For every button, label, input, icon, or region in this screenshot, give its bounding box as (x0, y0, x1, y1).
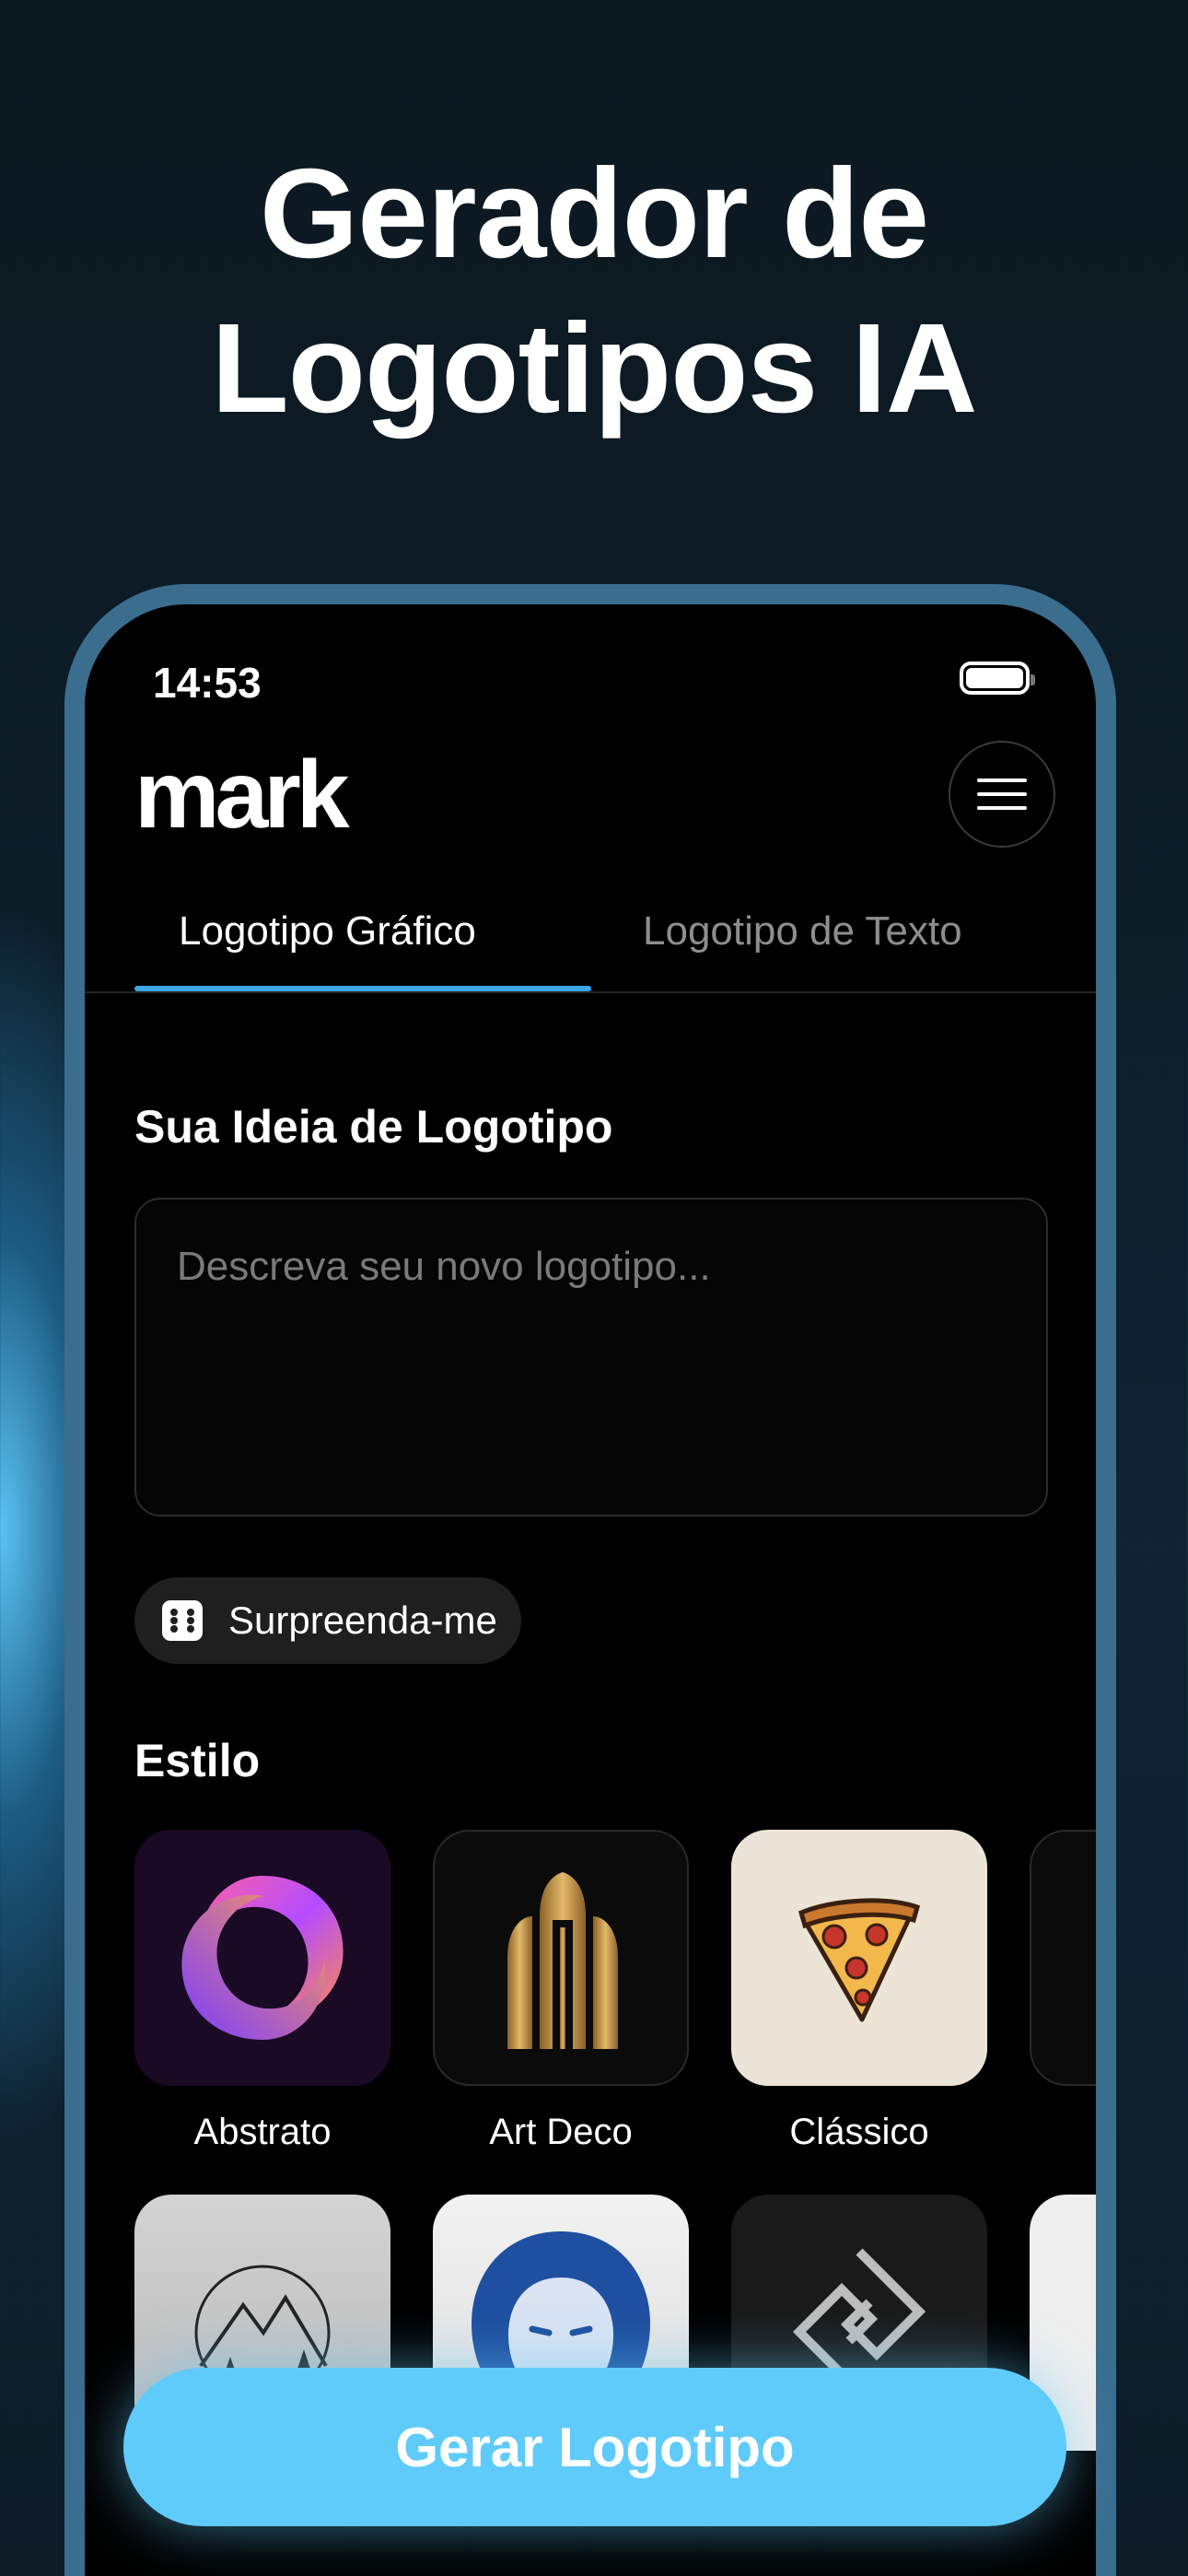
style-label: Abstrato (193, 2112, 332, 2152)
abstract-logo-thumbnail (134, 1830, 390, 2086)
tab-graphic-logo[interactable]: Logotipo Gráfico (179, 908, 476, 954)
app-screen: 14:53 mark Logotipo Gráfico Logotipo de … (85, 604, 1096, 2576)
style-label: Clássico (789, 2112, 929, 2152)
style-classic[interactable]: Clássico (731, 1830, 987, 2153)
style-row: Abstrato Art Deco Clássico (134, 1830, 1096, 2153)
style-label: Art Deco (489, 2112, 633, 2152)
app-logo: mark (134, 742, 350, 849)
idea-input[interactable]: Descreva seu novo logotipo... (134, 1198, 1048, 1516)
battery-icon (960, 662, 1035, 695)
tab-text-logo[interactable]: Logotipo de Texto (643, 908, 962, 954)
surprise-label: Surpreenda-me (228, 1598, 497, 1642)
style-section-title: Estilo (134, 1735, 261, 1786)
phone-frame: 14:53 mark Logotipo Gráfico Logotipo de … (64, 584, 1116, 2576)
art-deco-logo-thumbnail (433, 1830, 689, 2086)
status-time: 14:53 (153, 659, 262, 707)
style-art-deco[interactable]: Art Deco (433, 1830, 689, 2153)
promo-headline: Gerador de Logotipos IA (0, 136, 1188, 446)
menu-button[interactable] (949, 741, 1055, 848)
generate-logo-button[interactable]: Gerar Logotipo (123, 2368, 1066, 2526)
style-partial[interactable]: C (1030, 1830, 1096, 2153)
active-tab-indicator (134, 986, 591, 991)
style-thumbnail (1030, 1830, 1096, 2086)
pizza-logo-thumbnail (731, 1830, 987, 2086)
tab-bar: Logotipo Gráfico Logotipo de Texto (85, 908, 1096, 993)
dice-icon (162, 1600, 203, 1641)
idea-section-title: Sua Ideia de Logotipo (134, 1101, 613, 1153)
surprise-button[interactable]: Surpreenda-me (134, 1577, 521, 1664)
style-abstract[interactable]: Abstrato (134, 1830, 390, 2153)
headline-line-2: Logotipos IA (211, 298, 977, 439)
headline-line-1: Gerador de (259, 143, 929, 285)
menu-icon (977, 779, 1027, 782)
